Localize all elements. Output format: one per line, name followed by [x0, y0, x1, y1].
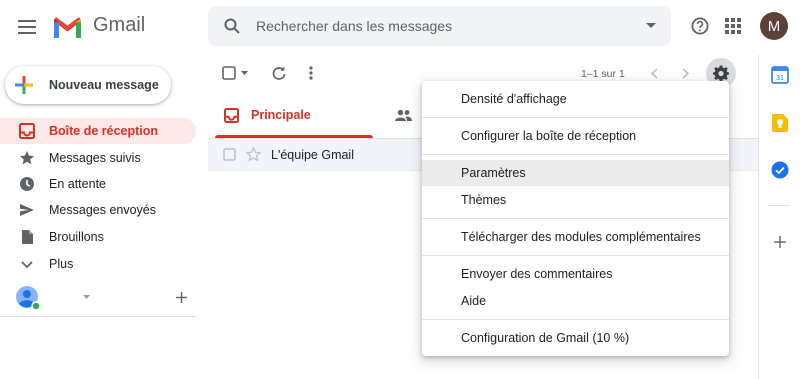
- sidebar-item-drafts[interactable]: Brouillons: [0, 224, 196, 250]
- menu-icon: [18, 20, 36, 34]
- pagination-text: 1–1 sur 1: [581, 68, 625, 80]
- clock-icon: [20, 177, 34, 191]
- menu-item-configure-inbox[interactable]: Configurer la boîte de réception: [422, 123, 729, 149]
- sidebar-item-sent[interactable]: Messages envoyés: [0, 197, 196, 223]
- sidebar-item-label: En attente: [49, 177, 106, 191]
- sidebar-item-label: Messages suivis: [49, 151, 141, 165]
- chevron-down-icon: [21, 261, 33, 269]
- tasks-icon[interactable]: [771, 161, 789, 179]
- sidebar-item-starred[interactable]: Messages suivis: [0, 145, 196, 171]
- account-dropdown-icon[interactable]: [83, 295, 90, 299]
- chevron-right-icon[interactable]: [682, 68, 690, 79]
- menu-item-label: Configuration de Gmail (10 %): [461, 331, 630, 345]
- keep-icon[interactable]: [772, 114, 788, 132]
- menu-separator: [422, 218, 729, 219]
- plus-icon: [15, 76, 33, 94]
- menu-separator: [422, 117, 729, 118]
- tab-principale[interactable]: Principale: [208, 94, 373, 138]
- account-avatar[interactable]: M: [760, 12, 788, 40]
- apps-button[interactable]: [717, 10, 749, 42]
- menu-item-label: Télécharger des modules complémentaires: [461, 230, 701, 244]
- app-name: Gmail: [93, 14, 146, 36]
- add-addon-icon[interactable]: [774, 236, 786, 248]
- compose-button[interactable]: Nouveau message: [5, 66, 171, 104]
- sidebar-item-label: Plus: [49, 257, 74, 271]
- settings-menu: Densité d'affichage Configurer la boîte …: [422, 81, 729, 356]
- search-bar[interactable]: Rechercher dans les messages: [208, 6, 671, 46]
- row-checkbox[interactable]: [223, 148, 236, 161]
- sidebar-item-label: Boîte de réception: [49, 124, 159, 138]
- menu-item-display-density[interactable]: Densité d'affichage: [422, 86, 729, 112]
- sidebar-divider: [0, 316, 196, 317]
- menu-item-label: Thèmes: [461, 193, 507, 207]
- search-icon[interactable]: [224, 18, 240, 34]
- menu-item-label: Densité d'affichage: [461, 92, 567, 106]
- draft-icon: [22, 230, 33, 244]
- menu-item-themes[interactable]: Thèmes: [422, 187, 729, 213]
- refresh-icon[interactable]: [272, 66, 286, 80]
- help-icon: [691, 17, 709, 35]
- select-dropdown-icon[interactable]: [241, 71, 248, 75]
- hangouts-avatar-icon[interactable]: [15, 285, 41, 311]
- sidebar-item-label: Messages envoyés: [49, 203, 157, 217]
- menu-item-settings[interactable]: Paramètres: [422, 160, 729, 186]
- sidebar-item-more[interactable]: Plus: [0, 251, 196, 277]
- star-icon: [20, 151, 34, 165]
- send-icon: [20, 204, 34, 216]
- add-contact-icon[interactable]: [176, 292, 187, 303]
- select-all-checkbox[interactable]: [222, 66, 236, 80]
- app-header: Gmail Rechercher dans les messages M: [0, 0, 800, 55]
- mail-sender: L'équipe Gmail: [271, 148, 354, 162]
- social-tab-icon[interactable]: [395, 109, 412, 121]
- tab-label: Principale: [251, 108, 311, 122]
- side-panel-separator: [768, 205, 790, 206]
- menu-item-gmail-setup[interactable]: Configuration de Gmail (10 %): [422, 325, 729, 351]
- sidebar-item-label: Brouillons: [49, 230, 104, 244]
- menu-separator: [422, 154, 729, 155]
- chevron-left-icon[interactable]: [650, 68, 658, 79]
- main-menu-button[interactable]: [11, 11, 43, 43]
- menu-item-label: Paramètres: [461, 166, 526, 180]
- compose-label: Nouveau message: [49, 78, 159, 92]
- svg-text:31: 31: [776, 75, 784, 82]
- menu-item-get-addons[interactable]: Télécharger des modules complémentaires: [422, 224, 729, 250]
- search-options-icon[interactable]: [646, 23, 656, 28]
- apps-icon: [725, 18, 741, 34]
- menu-item-help[interactable]: Aide: [422, 288, 729, 314]
- menu-separator: [422, 319, 729, 320]
- sidebar-item-snoozed[interactable]: En attente: [0, 171, 196, 197]
- gear-icon: [713, 65, 729, 81]
- menu-item-send-feedback[interactable]: Envoyer des commentaires: [422, 261, 729, 287]
- menu-item-label: Configurer la boîte de réception: [461, 129, 637, 143]
- menu-item-label: Envoyer des commentaires: [461, 267, 613, 281]
- star-icon[interactable]: [246, 147, 261, 162]
- side-panel-divider: [758, 55, 759, 379]
- sidebar-item-inbox[interactable]: Boîte de réception: [0, 118, 196, 144]
- menu-separator: [422, 255, 729, 256]
- menu-item-label: Aide: [461, 294, 487, 308]
- more-actions-icon[interactable]: [309, 66, 313, 80]
- help-button[interactable]: [684, 10, 716, 42]
- inbox-icon: [224, 108, 239, 123]
- search-input[interactable]: Rechercher dans les messages: [256, 18, 452, 34]
- calendar-icon[interactable]: 31: [771, 66, 789, 84]
- inbox-icon: [19, 123, 35, 139]
- gmail-logo-icon[interactable]: [52, 15, 83, 38]
